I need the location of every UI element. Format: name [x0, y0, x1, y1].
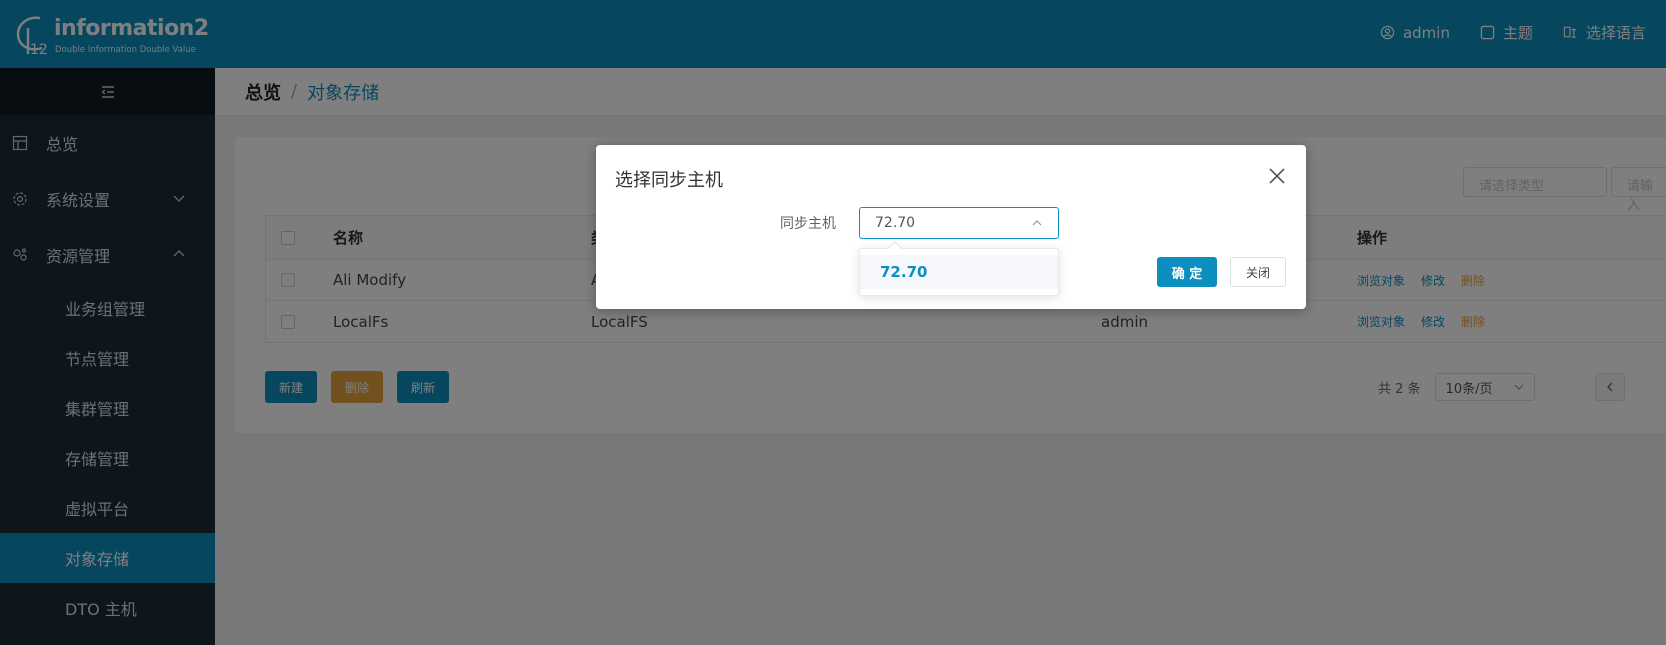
close-icon[interactable] [1268, 167, 1286, 185]
confirm-button[interactable]: 确 定 [1157, 257, 1217, 287]
sync-host-select[interactable]: 72.70 [859, 207, 1059, 239]
sync-host-label: 同步主机 [780, 216, 836, 232]
dialog-title: 选择同步主机 [615, 170, 723, 191]
dropdown-arrow [887, 240, 903, 256]
sync-host-dialog: 选择同步主机 同步主机 72.70 72.70 确 定 关闭 [596, 145, 1306, 309]
chevron-up-icon [1032, 220, 1042, 226]
dropdown-option[interactable]: 72.70 [860, 255, 1058, 289]
sync-host-dropdown: 72.70 [859, 240, 1059, 296]
modal-overlay[interactable] [0, 0, 1666, 645]
close-button[interactable]: 关闭 [1230, 257, 1286, 287]
sync-host-value: 72.70 [875, 215, 916, 231]
